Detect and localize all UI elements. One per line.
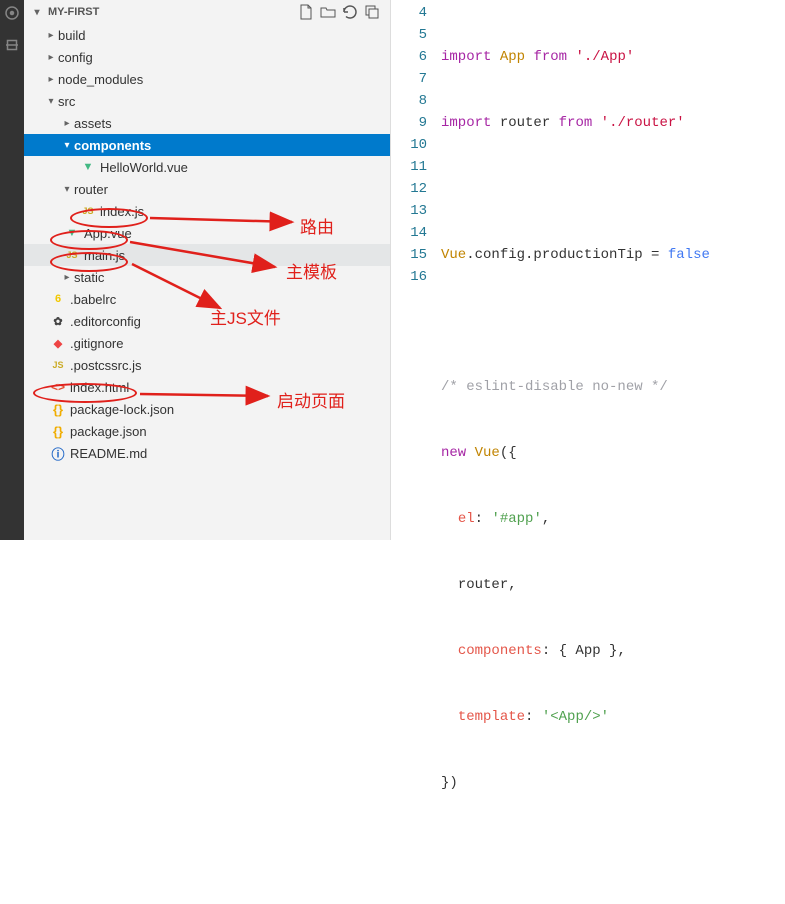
json-icon: {} xyxy=(50,423,66,439)
project-name: MY-FIRST xyxy=(48,6,294,18)
folder-label: static xyxy=(74,270,104,285)
folder-label: assets xyxy=(74,116,112,131)
file-label: .babelrc xyxy=(70,292,116,307)
file-index-html[interactable]: <> index.html xyxy=(24,376,390,398)
file-label: HelloWorld.vue xyxy=(100,160,188,175)
file-label: package.json xyxy=(70,424,147,439)
collapse-all-icon[interactable] xyxy=(364,4,380,20)
line-no: 8 xyxy=(391,90,427,112)
js-icon: JS xyxy=(64,247,80,263)
folder-label: config xyxy=(58,50,93,65)
chevron-right-icon: ▸ xyxy=(46,52,56,63)
line-no: 15 xyxy=(391,244,427,266)
explorer-actions xyxy=(298,4,382,20)
file-package[interactable]: {} package.json xyxy=(24,420,390,442)
file-label: .postcssrc.js xyxy=(70,358,142,373)
line-no: 10 xyxy=(391,134,427,156)
new-file-icon[interactable] xyxy=(298,4,314,20)
folder-src[interactable]: ▾src xyxy=(24,90,390,112)
file-editorconfig[interactable]: ✿ .editorconfig xyxy=(24,310,390,332)
json-icon: {} xyxy=(50,401,66,417)
info-icon: ⓘ xyxy=(50,445,66,461)
chevron-down-icon: ▾ xyxy=(32,7,42,18)
line-no: 9 xyxy=(391,112,427,134)
file-postcssrc[interactable]: JS .postcssrc.js xyxy=(24,354,390,376)
folder-router[interactable]: ▾router xyxy=(24,178,390,200)
file-package-lock[interactable]: {} package-lock.json xyxy=(24,398,390,420)
chevron-down-icon: ▾ xyxy=(62,184,72,195)
html-icon: <> xyxy=(50,379,66,395)
project-header[interactable]: ▾ MY-FIRST xyxy=(24,0,390,24)
folder-label: build xyxy=(58,28,85,43)
file-gitignore[interactable]: ◆ .gitignore xyxy=(24,332,390,354)
line-no: 13 xyxy=(391,200,427,222)
chevron-right-icon: ▸ xyxy=(46,30,56,41)
line-no: 6 xyxy=(391,46,427,68)
chevron-right-icon: ▸ xyxy=(62,272,72,283)
file-index-js[interactable]: JS index.js xyxy=(24,200,390,222)
file-label: index.html xyxy=(70,380,129,395)
vue-icon: ▼ xyxy=(80,159,96,175)
line-no: 12 xyxy=(391,178,427,200)
line-no: 11 xyxy=(391,156,427,178)
folder-label: router xyxy=(74,182,108,197)
folder-components[interactable]: ▾components xyxy=(24,134,390,156)
file-label: .gitignore xyxy=(70,336,123,351)
vue-icon: ▼ xyxy=(64,225,80,241)
file-main-js[interactable]: JS main.js xyxy=(24,244,390,266)
git-icon: ◆ xyxy=(50,335,66,351)
folder-label: components xyxy=(74,138,151,153)
chevron-right-icon: ▸ xyxy=(62,118,72,129)
explorer-icon[interactable] xyxy=(3,4,21,22)
file-label: README.md xyxy=(70,446,147,461)
line-no: 7 xyxy=(391,68,427,90)
folder-label: node_modules xyxy=(58,72,143,87)
gear-icon: ✿ xyxy=(50,313,66,329)
file-babelrc[interactable]: 6 .babelrc xyxy=(24,288,390,310)
new-folder-icon[interactable] xyxy=(320,4,336,20)
code-editor[interactable]: 4 5 6 7 8 9 10 11 12 13 14 15 16 import … xyxy=(391,0,785,540)
file-explorer: ▾ MY-FIRST ▸build ▸config ▸node_modules … xyxy=(24,0,391,540)
file-app-vue[interactable]: ▼ App.vue xyxy=(24,222,390,244)
line-no: 16 xyxy=(391,266,427,288)
chevron-right-icon: ▸ xyxy=(46,74,56,85)
js-icon: JS xyxy=(50,357,66,373)
debug-icon[interactable] xyxy=(3,36,21,54)
chevron-down-icon: ▾ xyxy=(46,96,56,107)
line-numbers: 4 5 6 7 8 9 10 11 12 13 14 15 16 xyxy=(391,2,441,540)
file-readme[interactable]: ⓘ README.md xyxy=(24,442,390,464)
folder-node-modules[interactable]: ▸node_modules xyxy=(24,68,390,90)
chevron-down-icon: ▾ xyxy=(62,140,72,151)
folder-assets[interactable]: ▸assets xyxy=(24,112,390,134)
folder-static[interactable]: ▸static xyxy=(24,266,390,288)
file-label: App.vue xyxy=(84,226,132,241)
file-label: index.js xyxy=(100,204,144,219)
js-icon: JS xyxy=(80,203,96,219)
line-no: 5 xyxy=(391,24,427,46)
folder-config[interactable]: ▸config xyxy=(24,46,390,68)
code-content: import App from './App' import router fr… xyxy=(441,2,710,540)
babel-icon: 6 xyxy=(50,291,66,307)
refresh-icon[interactable] xyxy=(342,4,358,20)
line-no: 4 xyxy=(391,2,427,24)
file-label: main.js xyxy=(84,248,125,263)
folder-build[interactable]: ▸build xyxy=(24,24,390,46)
file-label: package-lock.json xyxy=(70,402,174,417)
file-label: .editorconfig xyxy=(70,314,141,329)
activity-bar xyxy=(0,0,24,540)
folder-label: src xyxy=(58,94,75,109)
line-no: 14 xyxy=(391,222,427,244)
file-tree: ▸build ▸config ▸node_modules ▾src ▸asset… xyxy=(24,24,390,464)
file-helloworld-vue[interactable]: ▼ HelloWorld.vue xyxy=(24,156,390,178)
